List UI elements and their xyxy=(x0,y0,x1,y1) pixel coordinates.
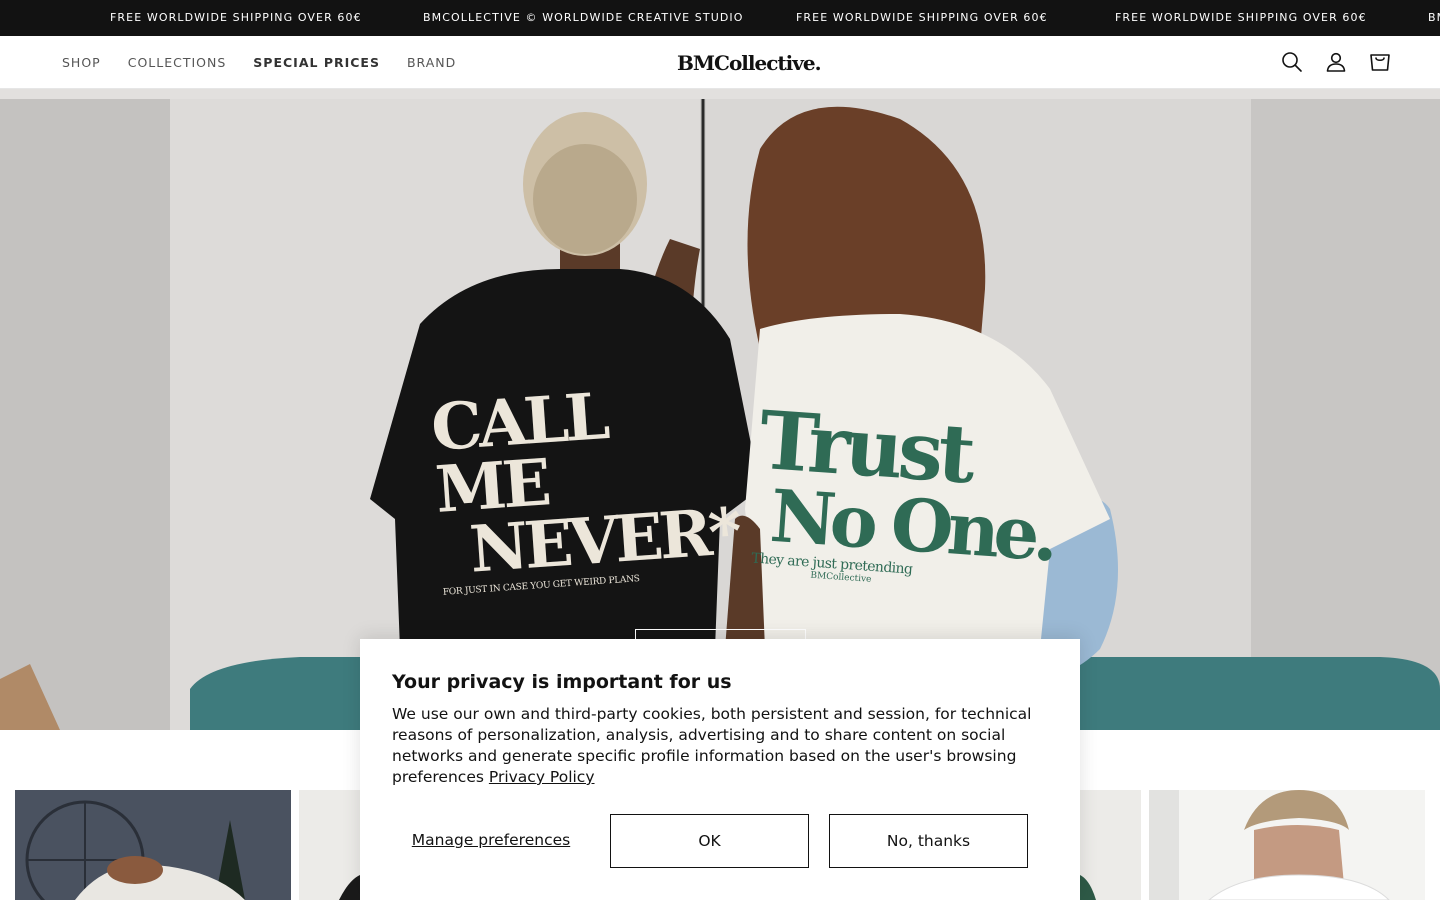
product-image xyxy=(1149,790,1425,900)
ok-button[interactable]: OK xyxy=(610,814,809,868)
cookie-title: Your privacy is important for us xyxy=(392,671,732,693)
announcement-item: FREE WORLDWIDE SHIPPING OVER 60€ xyxy=(796,11,1048,24)
announcement-item: BM xyxy=(1428,11,1440,24)
left-shirt-print: CALL ME NEVER* FOR JUST IN CASE YOU GET … xyxy=(429,379,741,598)
product-image xyxy=(299,790,360,900)
main-nav: SHOP COLLECTIONS SPECIAL PRICES BRAND xyxy=(62,36,483,89)
announcement-bar: FREE WORLDWIDE SHIPPING OVER 60€ BMCOLLE… xyxy=(0,0,1440,36)
left-shirt-line2: NEVER* xyxy=(467,494,741,588)
nav-shop[interactable]: SHOP xyxy=(62,55,101,70)
cookie-body: We use our own and third-party cookies, … xyxy=(392,704,1052,788)
search-icon[interactable] xyxy=(1280,50,1304,74)
nav-collections[interactable]: COLLECTIONS xyxy=(128,55,227,70)
product-card[interactable] xyxy=(1149,790,1425,900)
site-header: SHOP COLLECTIONS SPECIAL PRICES BRAND BM… xyxy=(0,36,1440,89)
product-card[interactable] xyxy=(15,790,291,900)
site-logo[interactable]: BMCollective. xyxy=(677,48,822,78)
right-shirt-print: Trust No One. They are just pretending B… xyxy=(750,393,1056,593)
hero-banner[interactable]: CALL ME NEVER* FOR JUST IN CASE YOU GET … xyxy=(0,89,1440,730)
product-card[interactable] xyxy=(1080,790,1141,900)
product-image xyxy=(1080,790,1141,900)
product-card[interactable] xyxy=(299,790,360,900)
no-thanks-button[interactable]: No, thanks xyxy=(829,814,1028,868)
account-icon[interactable] xyxy=(1324,50,1348,74)
nav-special-prices[interactable]: SPECIAL PRICES xyxy=(253,55,380,70)
nav-brand[interactable]: BRAND xyxy=(407,55,456,70)
cookie-dialog: Your privacy is important for us We use … xyxy=(360,639,1080,900)
cart-icon[interactable] xyxy=(1368,50,1392,74)
announcement-item: BMCOLLECTIVE © WORLDWIDE CREATIVE STUDIO xyxy=(423,11,744,24)
product-image xyxy=(15,790,291,900)
announcement-item: FREE WORLDWIDE SHIPPING OVER 60€ xyxy=(110,11,362,24)
manage-preferences-button[interactable]: Manage preferences xyxy=(392,813,590,867)
privacy-policy-link[interactable]: Privacy Policy xyxy=(489,768,595,786)
announcement-item: FREE WORLDWIDE SHIPPING OVER 60€ xyxy=(1115,11,1367,24)
